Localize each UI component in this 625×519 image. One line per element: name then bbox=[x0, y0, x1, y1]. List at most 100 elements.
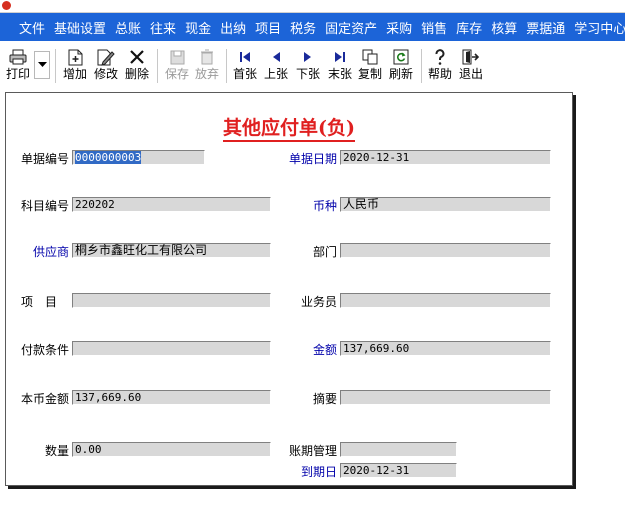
previous-record-label: 上张 bbox=[263, 67, 288, 81]
menu-sales[interactable]: 销售 bbox=[421, 18, 447, 37]
print-button[interactable]: 打印 bbox=[5, 47, 31, 85]
last-record-label: 末张 bbox=[327, 67, 352, 81]
delete-button[interactable]: 删除 bbox=[123, 47, 151, 85]
toolbar-separator bbox=[226, 49, 227, 83]
doc-date-field[interactable]: 2020-12-31 bbox=[340, 150, 551, 165]
save-label: 保存 bbox=[164, 67, 189, 81]
edit-pencil-icon bbox=[97, 47, 115, 67]
chevron-down-icon bbox=[37, 52, 47, 78]
edit-button[interactable]: 修改 bbox=[92, 47, 120, 85]
add-label: 增加 bbox=[62, 67, 87, 81]
trash-icon bbox=[200, 47, 214, 67]
save-disk-icon bbox=[170, 47, 185, 67]
summary-field[interactable] bbox=[340, 390, 551, 405]
quantity-label: 数量 bbox=[45, 444, 70, 458]
main-area: 其他应付单(负) 单据编号 0000000003 单据日期 2020-12-31… bbox=[0, 89, 625, 519]
print-label: 打印 bbox=[5, 67, 30, 81]
add-button[interactable]: 增加 bbox=[61, 47, 89, 85]
menu-fixed-assets[interactable]: 固定资产 bbox=[325, 18, 377, 37]
project-field[interactable] bbox=[72, 293, 271, 308]
last-record-button[interactable]: 末张 bbox=[326, 47, 354, 85]
window-titlebar bbox=[0, 0, 625, 13]
menu-bar: 文件 基础设置 总账 往来 现金 出纳 项目 税务 固定资产 采购 销售 库存 … bbox=[0, 13, 625, 41]
next-record-button[interactable]: 下张 bbox=[294, 47, 322, 85]
local-amount-field[interactable]: 137,669.60 bbox=[72, 390, 271, 405]
amount-label: 金额 bbox=[313, 343, 338, 357]
refresh-label: 刷新 bbox=[388, 67, 413, 81]
aging-label: 账期管理 bbox=[289, 444, 338, 458]
toolbar-separator bbox=[421, 49, 422, 83]
menu-learning-center[interactable]: 学习中心 bbox=[574, 18, 625, 37]
menu-costing[interactable]: 核算 bbox=[491, 18, 517, 37]
print-dropdown-button[interactable] bbox=[34, 51, 50, 79]
due-date-field[interactable]: 2020-12-31 bbox=[340, 463, 457, 478]
currency-label: 币种 bbox=[313, 199, 338, 213]
app-icon bbox=[2, 1, 11, 10]
payment-terms-label: 付款条件 bbox=[21, 343, 70, 357]
department-field[interactable] bbox=[340, 243, 551, 258]
first-record-label: 首张 bbox=[232, 67, 257, 81]
delete-x-icon bbox=[129, 47, 145, 67]
amount-field[interactable]: 137,669.60 bbox=[340, 341, 551, 356]
doc-no-value: 0000000003 bbox=[75, 151, 142, 164]
department-label: 部门 bbox=[313, 245, 338, 259]
summary-label: 摘要 bbox=[313, 392, 338, 406]
project-label: 项 目 bbox=[21, 295, 58, 309]
menu-inventory[interactable]: 库存 bbox=[456, 18, 482, 37]
supplier-label: 供应商 bbox=[33, 245, 70, 259]
exit-button[interactable]: 退出 bbox=[457, 47, 485, 85]
payment-terms-field[interactable] bbox=[72, 341, 271, 356]
first-record-button[interactable]: 首张 bbox=[231, 47, 259, 85]
supplier-field[interactable]: 桐乡市鑫旺化工有限公司 bbox=[72, 243, 271, 258]
save-button[interactable]: 保存 bbox=[163, 47, 191, 85]
copy-label: 复制 bbox=[357, 67, 382, 81]
triangle-right-icon bbox=[303, 47, 313, 67]
toolbar: 打印 增加 修改 删除 保存 放弃 首张 上张 下张 末张 复制 刷新 帮助 退… bbox=[0, 41, 625, 89]
doc-date-label: 单据日期 bbox=[289, 152, 338, 166]
delete-label: 删除 bbox=[124, 67, 149, 81]
account-code-field[interactable]: 220202 bbox=[72, 197, 271, 212]
doc-no-label: 单据编号 bbox=[21, 152, 70, 166]
exit-label: 退出 bbox=[458, 67, 483, 81]
due-date-label: 到期日 bbox=[301, 465, 338, 479]
refresh-icon bbox=[393, 47, 409, 67]
menu-bills[interactable]: 票据通 bbox=[526, 18, 565, 37]
form-title: 其他应付单(负) bbox=[6, 113, 572, 142]
question-mark-icon bbox=[434, 47, 446, 67]
quantity-field[interactable]: 0.00 bbox=[72, 442, 271, 457]
aging-field[interactable] bbox=[340, 442, 457, 457]
salesperson-label: 业务员 bbox=[301, 295, 338, 309]
local-amount-label: 本币金额 bbox=[21, 392, 70, 406]
menu-project[interactable]: 项目 bbox=[255, 18, 281, 37]
menu-tax[interactable]: 税务 bbox=[290, 18, 316, 37]
previous-record-button[interactable]: 上张 bbox=[262, 47, 290, 85]
help-label: 帮助 bbox=[427, 67, 452, 81]
copy-button[interactable]: 复制 bbox=[356, 47, 384, 85]
menu-general-ledger[interactable]: 总账 bbox=[115, 18, 141, 37]
menu-cashier[interactable]: 出纳 bbox=[220, 18, 246, 37]
refresh-button[interactable]: 刷新 bbox=[387, 47, 415, 85]
printer-icon bbox=[9, 47, 27, 67]
salesperson-field[interactable] bbox=[340, 293, 551, 308]
next-record-label: 下张 bbox=[295, 67, 320, 81]
exit-door-icon bbox=[462, 47, 480, 67]
menu-basic-settings[interactable]: 基础设置 bbox=[54, 18, 106, 37]
currency-field[interactable]: 人民币 bbox=[340, 197, 551, 212]
menu-purchase[interactable]: 采购 bbox=[386, 18, 412, 37]
new-document-icon bbox=[68, 47, 83, 67]
doc-no-field[interactable]: 0000000003 bbox=[72, 150, 205, 165]
skip-last-icon bbox=[334, 47, 346, 67]
toolbar-separator bbox=[55, 49, 56, 83]
copy-icon bbox=[362, 47, 378, 67]
menu-cash[interactable]: 现金 bbox=[185, 18, 211, 37]
discard-button[interactable]: 放弃 bbox=[193, 47, 221, 85]
menu-file[interactable]: 文件 bbox=[19, 18, 45, 37]
triangle-left-icon bbox=[271, 47, 281, 67]
edit-label: 修改 bbox=[93, 67, 118, 81]
menu-receivables-payables[interactable]: 往来 bbox=[150, 18, 176, 37]
help-button[interactable]: 帮助 bbox=[426, 47, 454, 85]
discard-label: 放弃 bbox=[194, 67, 219, 81]
account-code-label: 科目编号 bbox=[21, 199, 70, 213]
form-panel: 其他应付单(负) 单据编号 0000000003 单据日期 2020-12-31… bbox=[5, 92, 573, 486]
toolbar-separator bbox=[157, 49, 158, 83]
